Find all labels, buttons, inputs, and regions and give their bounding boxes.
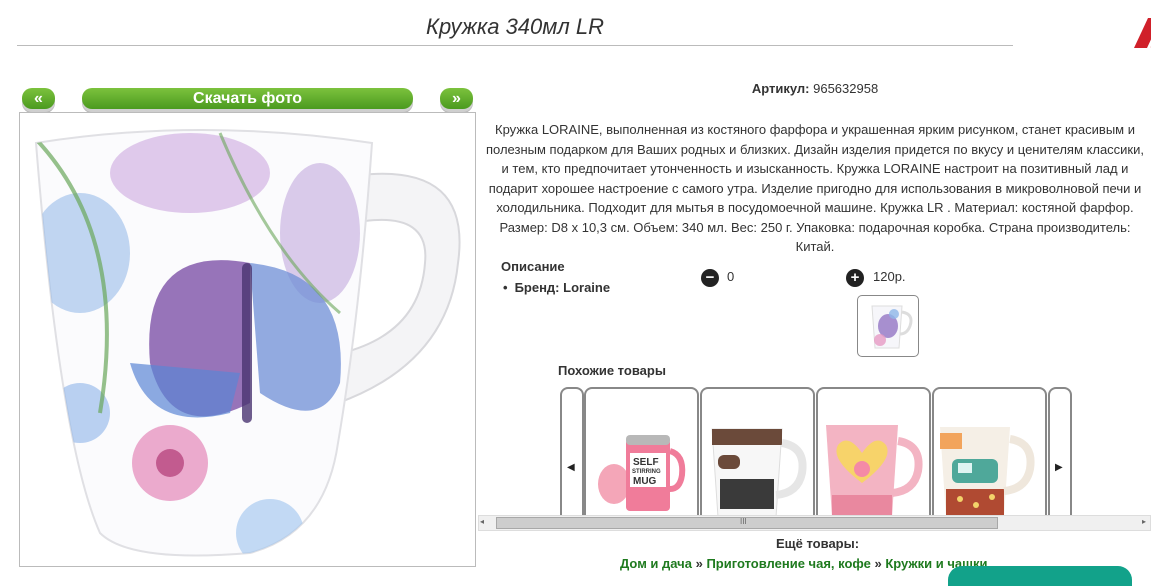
carousel-prev-icon: ◀	[567, 462, 575, 473]
sku-label: Артикул:	[751, 81, 810, 96]
similar-product-2[interactable]	[700, 387, 815, 517]
car-mug-image	[940, 427, 1035, 517]
thumbnail-mug-image	[871, 305, 913, 349]
similar-product-4[interactable]	[932, 387, 1047, 517]
breadcrumb-link-tea-coffee[interactable]: Приготовление чая, кофе	[706, 556, 870, 571]
carousel-next-button[interactable]: ▶	[1048, 387, 1072, 517]
corner-logo-icon[interactable]	[1134, 18, 1151, 48]
scroll-left-icon[interactable]: ◂	[480, 517, 484, 526]
download-photo-button[interactable]: Скачать фото	[82, 88, 413, 109]
product-description: Кружка LORAINE, выполненная из костяного…	[485, 122, 1144, 254]
mug-print-1: SELF	[633, 457, 659, 468]
similar-products-title: Похожие товары	[558, 363, 666, 378]
sku-value: 965632958	[813, 81, 879, 96]
breadcrumb: Дом и дача » Приготовление чая, кофе » К…	[620, 556, 987, 571]
minus-icon[interactable]: −	[701, 269, 719, 287]
similar-product-3[interactable]	[816, 387, 931, 517]
self-stirring-mug-image: SELF STIRRING MUG	[598, 435, 686, 511]
scroll-right-icon[interactable]: ▸	[1142, 517, 1146, 526]
plus-icon[interactable]: +	[846, 269, 864, 287]
mug-image	[34, 129, 461, 557]
quantity-value: 0	[727, 269, 735, 284]
breadcrumb-separator: »	[874, 556, 882, 571]
specs-title: Описание	[501, 259, 565, 274]
next-photo-button[interactable]: »	[440, 88, 473, 109]
similar-product-1[interactable]: SELF STIRRING MUG	[584, 387, 699, 517]
product-thumbnail[interactable]	[857, 295, 919, 357]
coffee-mug-image	[711, 428, 807, 517]
breadcrumb-separator: »	[695, 556, 703, 571]
carousel-prev-button[interactable]: ◀	[560, 387, 584, 517]
scrollbar-grip: III	[740, 517, 747, 526]
heart-mug-image	[826, 425, 923, 517]
scrollbar-thumb[interactable]: III	[496, 517, 998, 529]
spec-brand: Бренд: Loraine	[503, 280, 611, 295]
sku-row: Артикул: 965632958	[690, 81, 940, 96]
prev-photo-button[interactable]: «	[22, 88, 55, 109]
breadcrumb-link-home[interactable]: Дом и дача	[620, 556, 692, 571]
page-title: Кружка 340мл LR	[425, 14, 605, 39]
carousel-next-icon: ▶	[1055, 462, 1063, 473]
mug-print-2: STIRRING	[632, 469, 661, 475]
mug-print-3: MUG	[633, 476, 657, 487]
product-photo[interactable]	[19, 112, 476, 567]
price-value: 120р.	[873, 269, 906, 284]
more-products-title: Ещё товары:	[776, 536, 860, 551]
title-divider	[17, 45, 1013, 46]
chat-widget-tab[interactable]	[948, 566, 1132, 586]
